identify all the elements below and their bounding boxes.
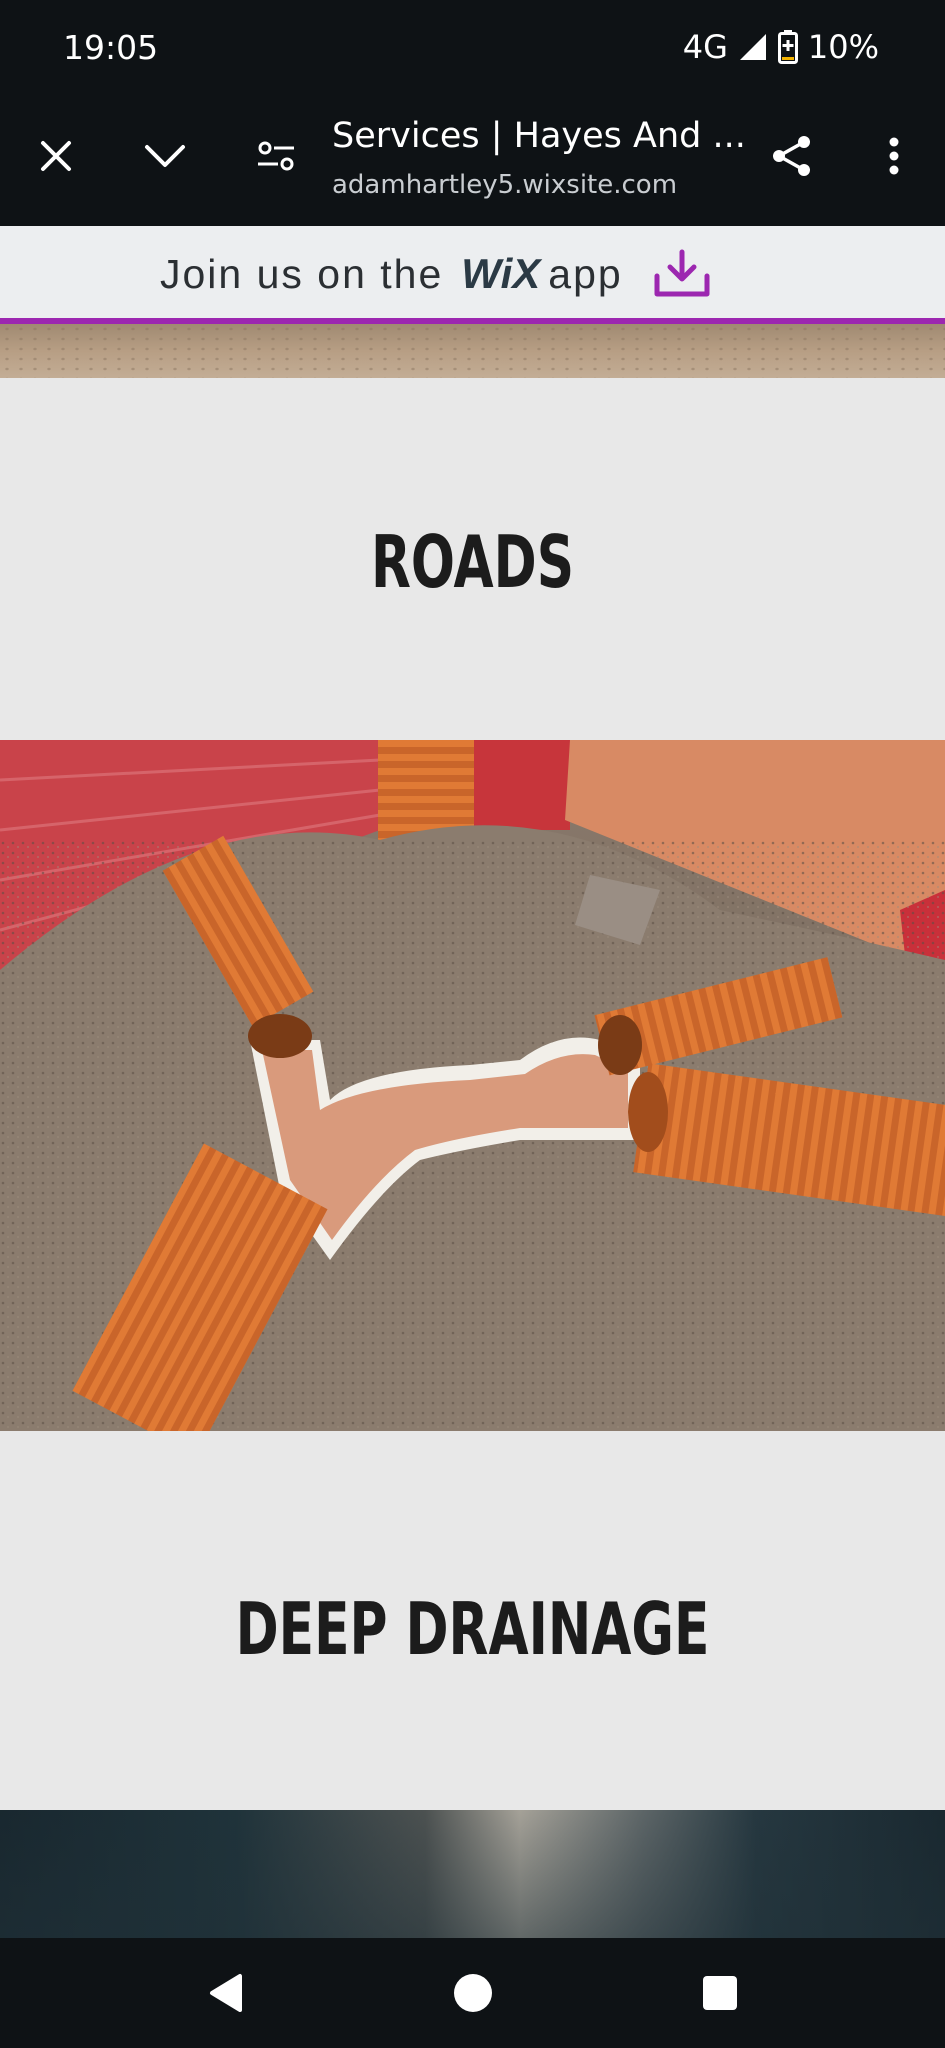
battery-level: 10% (807, 28, 879, 66)
page-content: ROADS DEEP DRAINAGE (0, 324, 945, 1938)
back-icon[interactable] (200, 1968, 250, 2018)
page-url[interactable]: adamhartley5.wixsite.com (332, 170, 677, 200)
wix-banner-prefix: Join us on the (160, 250, 444, 297)
browser-toolbar: Services | Hayes And ... adamhartley5.wi… (0, 96, 945, 226)
close-icon[interactable] (34, 134, 78, 178)
section-heading-roads: ROADS (370, 520, 575, 604)
signal-icon (739, 34, 766, 60)
wix-banner-suffix: app (548, 250, 623, 297)
network-type: 4G (682, 28, 728, 66)
section-heading-deep-drainage: DEEP DRAINAGE (235, 1587, 710, 1671)
share-icon[interactable] (770, 134, 814, 178)
wix-banner-content[interactable]: Join us on the WiX app (160, 248, 713, 300)
chevron-down-icon[interactable] (143, 134, 187, 178)
status-bar: 19:05 4G 10% (0, 0, 945, 96)
download-icon[interactable] (651, 248, 713, 300)
status-time: 19:05 (63, 28, 159, 67)
recents-icon[interactable] (695, 1968, 745, 2018)
battery-icon (777, 30, 798, 64)
drainage-pipes-photo (0, 740, 945, 1431)
page-settings-icon[interactable] (254, 134, 298, 178)
page-title[interactable]: Services | Hayes And ... (332, 116, 746, 156)
more-vert-icon[interactable] (872, 134, 916, 178)
status-indicators: 4G 10% (683, 28, 879, 66)
wix-app-banner[interactable]: Join us on the WiX app (0, 226, 945, 324)
street-photo (0, 1810, 945, 1938)
gravel-photo-strip (0, 324, 945, 378)
home-icon[interactable] (448, 1968, 498, 2018)
system-nav-bar (0, 1938, 945, 2048)
wix-logo: WiX (461, 250, 541, 297)
